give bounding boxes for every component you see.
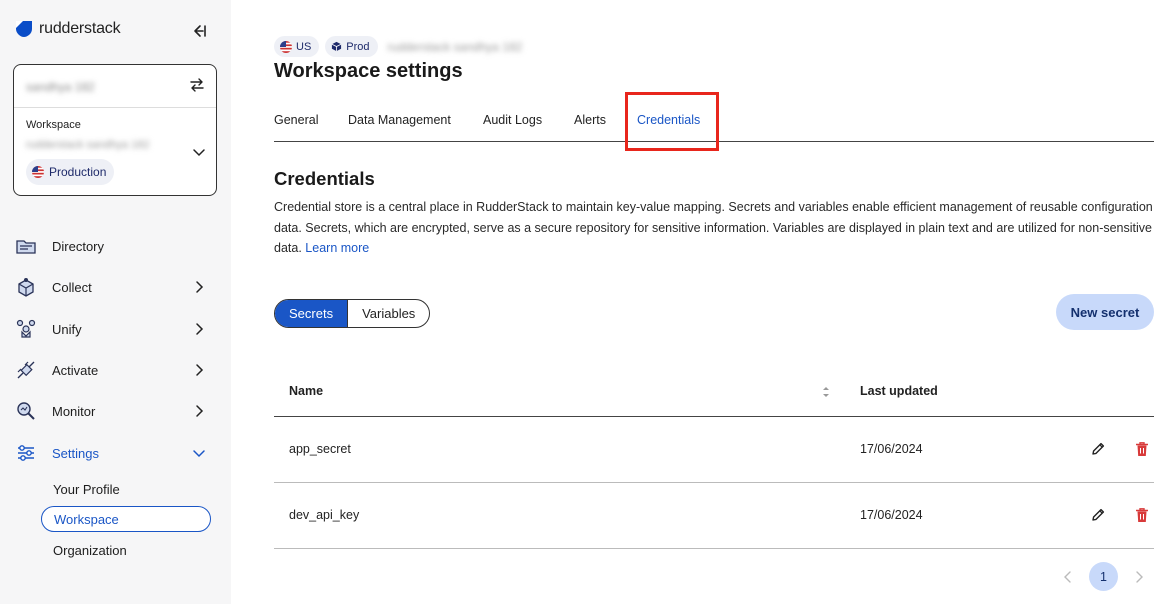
nav-directory[interactable]: Directory <box>15 231 210 261</box>
header-workspace-name: rudderstack sandhya 182 <box>387 39 523 54</box>
workspace-switcher-card: sandhya 182 Workspace rudderstack sandhy… <box>13 64 217 196</box>
collapse-sidebar-icon[interactable] <box>190 22 208 40</box>
delete-trash-icon[interactable] <box>1135 507 1149 523</box>
tab-audit-logs[interactable]: Audit Logs <box>483 113 542 127</box>
pagination-prev-icon[interactable] <box>1061 570 1075 584</box>
env-badge: Prod <box>325 36 378 57</box>
tab-alerts[interactable]: Alerts <box>574 113 606 127</box>
chevron-right-icon <box>196 405 204 417</box>
activate-plug-icon <box>17 361 35 379</box>
nav-label: Activate <box>52 362 99 378</box>
nav-settings[interactable]: Settings <box>15 438 210 468</box>
edit-pencil-icon[interactable] <box>1090 507 1106 523</box>
us-flag-icon <box>280 40 292 53</box>
settings-sliders-icon <box>18 445 34 461</box>
region-badge: US <box>274 36 320 57</box>
secrets-table: Name Last updated app_secret 17/06/2024 … <box>274 368 1154 549</box>
page-title: Workspace settings <box>274 60 463 82</box>
column-header-last-updated: Last updated <box>860 384 938 398</box>
nav-monitor[interactable]: Monitor <box>15 396 210 426</box>
sub-nav-workspace[interactable]: Workspace <box>41 506 211 532</box>
collect-box-icon <box>18 278 34 297</box>
secrets-variables-toggle: Secrets Variables <box>274 299 431 328</box>
variables-toggle-button[interactable]: Variables <box>347 300 429 327</box>
pagination-page-button[interactable]: 1 <box>1089 562 1118 591</box>
tab-credentials-highlight-box <box>625 92 719 151</box>
workspace-name: rudderstack sandhya 182 <box>26 139 150 151</box>
delete-trash-icon[interactable] <box>1135 441 1149 457</box>
secret-updated: 17/06/2024 <box>860 442 923 456</box>
sub-nav-your-profile[interactable]: Your Profile <box>41 476 211 502</box>
user-switcher[interactable]: sandhya 182 <box>14 65 216 108</box>
tab-general[interactable]: General <box>274 113 318 127</box>
chevron-down-icon <box>193 450 205 458</box>
chevron-right-icon <box>196 281 204 293</box>
environment-label: Production <box>49 165 107 179</box>
learn-more-link[interactable]: Learn more <box>305 241 369 255</box>
us-flag-icon <box>32 166 44 178</box>
chevron-right-icon <box>196 364 204 376</box>
nav-label: Settings <box>52 445 99 461</box>
nav-label: Unify <box>52 321 82 337</box>
secret-updated: 17/06/2024 <box>860 508 923 522</box>
monitor-magnifier-icon <box>17 402 35 420</box>
chevron-right-icon <box>196 323 204 335</box>
new-secret-button[interactable]: New secret <box>1056 294 1154 330</box>
unify-icon <box>16 319 36 338</box>
swap-icon[interactable] <box>189 77 205 93</box>
sub-nav-organization[interactable]: Organization <box>41 537 211 563</box>
table-row: dev_api_key 17/06/2024 <box>274 483 1154 549</box>
tab-data-management[interactable]: Data Management <box>348 113 451 127</box>
secrets-toggle-button[interactable]: Secrets <box>275 300 348 327</box>
region-label: US <box>296 40 312 53</box>
edit-pencil-icon[interactable] <box>1090 441 1106 457</box>
nav-label: Collect <box>52 279 92 295</box>
column-header-name[interactable]: Name <box>289 384 323 398</box>
environment-badge: Production <box>26 159 115 185</box>
pagination-next-icon[interactable] <box>1132 570 1146 584</box>
folder-icon <box>16 240 36 254</box>
secret-name: app_secret <box>289 442 351 456</box>
chevron-down-icon[interactable] <box>192 145 206 159</box>
env-label: Prod <box>346 40 370 53</box>
rudderstack-logo-icon <box>16 21 32 37</box>
section-title: Credentials <box>274 168 375 189</box>
section-description: Credential store is a central place in R… <box>274 197 1159 259</box>
cube-icon <box>332 41 342 52</box>
sidebar: rudderstack sandhya 182 Workspace rudder… <box>0 0 231 604</box>
current-user-name: sandhya 182 <box>26 80 95 94</box>
description-text: Credential store is a central place in R… <box>274 200 1153 256</box>
nav-activate[interactable]: Activate <box>15 355 210 385</box>
nav-collect[interactable]: Collect <box>15 272 210 302</box>
table-header: Name Last updated <box>274 368 1154 417</box>
nav-unify[interactable]: Unify <box>15 314 210 344</box>
sort-icon[interactable] <box>821 384 831 400</box>
nav-label: Directory <box>52 238 105 254</box>
table-row: app_secret 17/06/2024 <box>274 417 1154 483</box>
header-badges: US Prod rudderstack sandhya 182 <box>274 36 522 57</box>
logo[interactable]: rudderstack <box>15 20 121 38</box>
brand-name: rudderstack <box>39 20 121 37</box>
nav-label: Monitor <box>52 403 96 419</box>
workspace-label: Workspace <box>26 119 81 131</box>
secret-name: dev_api_key <box>289 508 360 522</box>
